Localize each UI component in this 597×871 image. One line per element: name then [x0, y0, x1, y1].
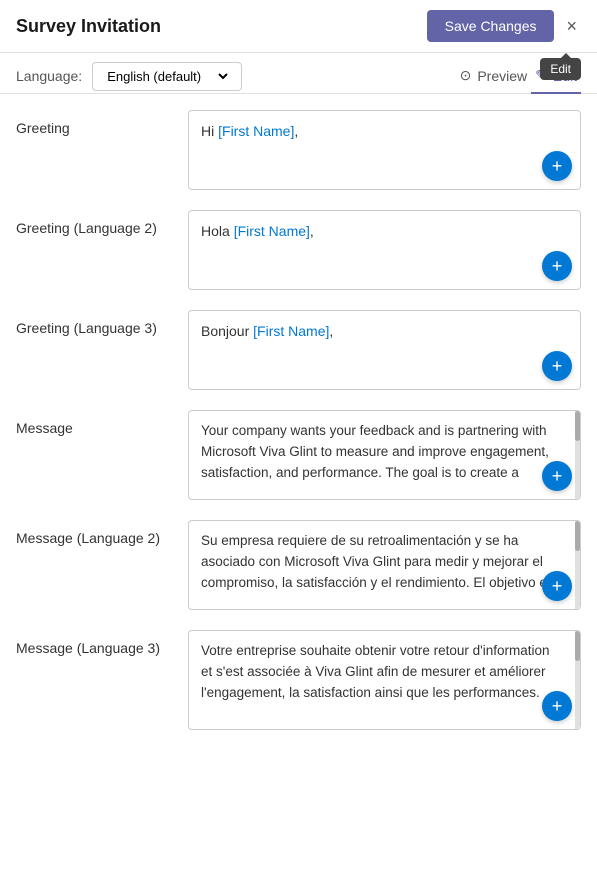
- language-label: Language:: [16, 68, 82, 84]
- greeting-lang3-prefix: Bonjour: [201, 323, 253, 339]
- language-select-input[interactable]: English (default) Spanish French: [103, 68, 231, 85]
- greeting-lang3-label: Greeting (Language 3): [16, 310, 176, 336]
- header-actions: Save Changes ×: [427, 10, 581, 42]
- dialog-title: Survey Invitation: [16, 16, 161, 37]
- greeting-lang2-label: Greeting (Language 2): [16, 210, 176, 236]
- greeting-prefix: Hi: [201, 123, 218, 139]
- preview-icon: ⊙: [460, 67, 472, 84]
- greeting-lang3-content: Bonjour [First Name],: [189, 311, 580, 352]
- greeting-lang3-firstname: [First Name]: [253, 323, 329, 339]
- tab-preview-label: Preview: [477, 68, 527, 84]
- greeting-firstname: [First Name]: [218, 123, 294, 139]
- language-dropdown[interactable]: English (default) Spanish French: [92, 62, 242, 91]
- greeting-lang2-suffix: ,: [310, 223, 314, 239]
- lang-tab-row: Language: English (default) Spanish Fren…: [0, 53, 597, 94]
- language-selector-group: Language: English (default) Spanish Fren…: [16, 62, 242, 91]
- content-area: Greeting Hi [First Name], + Greeting (La…: [0, 94, 597, 766]
- field-row-message-lang2: Message (Language 2) Su empresa requiere…: [16, 520, 581, 610]
- greeting-lang2-editor: Hola [First Name], +: [188, 210, 581, 290]
- greeting-lang3-editor: Bonjour [First Name], +: [188, 310, 581, 390]
- field-row-message: Message Your company wants your feedback…: [16, 410, 581, 500]
- message-lang3-scrollbar-thumb: [575, 631, 580, 661]
- greeting-content: Hi [First Name],: [189, 111, 580, 152]
- greeting-lang2-prefix: Hola: [201, 223, 234, 239]
- field-row-greeting: Greeting Hi [First Name], +: [16, 110, 581, 190]
- greeting-add-button[interactable]: +: [542, 151, 572, 181]
- greeting-lang2-content: Hola [First Name],: [189, 211, 580, 252]
- message-editor: Your company wants your feedback and is …: [188, 410, 581, 500]
- message-lang2-label: Message (Language 2): [16, 520, 176, 546]
- message-content: Your company wants your feedback and is …: [189, 411, 580, 486]
- message-label: Message: [16, 410, 176, 436]
- greeting-lang2-add-button[interactable]: +: [542, 251, 572, 281]
- message-lang3-label: Message (Language 3): [16, 630, 176, 656]
- message-lang3-content: Votre entreprise souhaite obtenir votre …: [189, 631, 580, 706]
- message-lang3-add-button[interactable]: +: [542, 691, 572, 721]
- edit-tooltip: Edit: [540, 58, 581, 80]
- close-button[interactable]: ×: [562, 13, 581, 39]
- field-row-greeting-lang3: Greeting (Language 3) Bonjour [First Nam…: [16, 310, 581, 390]
- greeting-lang2-firstname: [First Name]: [234, 223, 310, 239]
- greeting-lang3-suffix: ,: [329, 323, 333, 339]
- message-lang2-content: Su empresa requiere de su retroalimentac…: [189, 521, 580, 596]
- message-lang2-scrollbar[interactable]: [575, 521, 580, 609]
- save-button[interactable]: Save Changes: [427, 10, 555, 42]
- message-lang3-scrollbar[interactable]: [575, 631, 580, 729]
- message-lang2-add-button[interactable]: +: [542, 571, 572, 601]
- tab-preview[interactable]: ⊙ Preview: [456, 59, 532, 94]
- message-scrollbar[interactable]: [575, 411, 580, 499]
- greeting-lang3-add-button[interactable]: +: [542, 351, 572, 381]
- greeting-label: Greeting: [16, 110, 176, 136]
- message-lang3-editor: Votre entreprise souhaite obtenir votre …: [188, 630, 581, 730]
- greeting-suffix: ,: [294, 123, 298, 139]
- message-add-button[interactable]: +: [542, 461, 572, 491]
- dialog-header: Survey Invitation Save Changes × Edit: [0, 0, 597, 53]
- message-lang2-editor: Su empresa requiere de su retroalimentac…: [188, 520, 581, 610]
- field-row-message-lang3: Message (Language 3) Votre entreprise so…: [16, 630, 581, 730]
- message-lang2-scrollbar-thumb: [575, 521, 580, 551]
- field-row-greeting-lang2: Greeting (Language 2) Hola [First Name],…: [16, 210, 581, 290]
- message-scrollbar-thumb: [575, 411, 580, 441]
- greeting-editor: Hi [First Name], +: [188, 110, 581, 190]
